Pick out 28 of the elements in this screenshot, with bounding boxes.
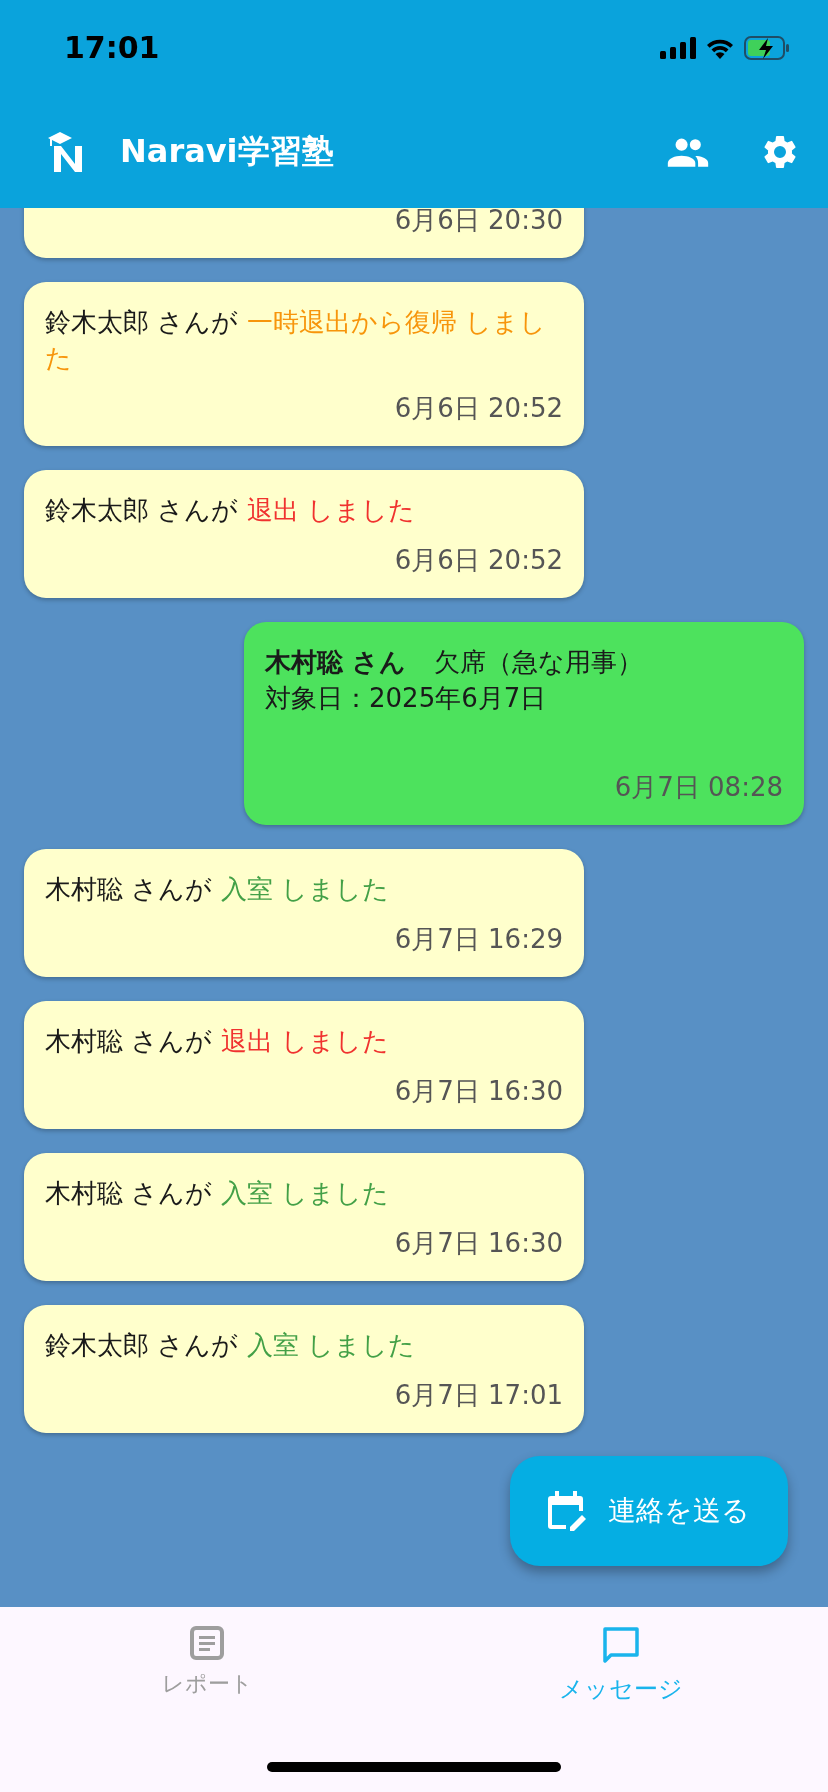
message-text: 木村聡 さんが 入室 しました <box>45 1177 390 1210</box>
message-time: 6月7日 16:30 <box>394 1075 563 1108</box>
battery-charging-icon <box>744 35 790 60</box>
document-icon <box>189 1625 225 1661</box>
message-time: 6月7日 16:30 <box>394 1227 563 1260</box>
app-title: Naravi学習塾 <box>120 130 334 172</box>
target-date: 対象日：2025年6月7日 <box>265 682 548 715</box>
message-time: 6月7日 08:28 <box>614 771 783 804</box>
people-icon[interactable] <box>666 136 710 167</box>
send-message-button[interactable]: 連絡を送る <box>510 1456 788 1566</box>
nav-tab[interactable]: レポート <box>0 1607 414 1717</box>
message-text: 鈴木太郎 さんが 退出 しました <box>45 494 416 527</box>
status-time: 17:01 <box>64 30 160 65</box>
nav-tab[interactable]: メッセージ <box>414 1607 828 1717</box>
student-name: 木村聡 さん <box>265 646 407 679</box>
message-time: 6月6日 20:52 <box>394 392 563 425</box>
calendar-edit-icon <box>548 1491 586 1531</box>
message-time: 6月6日 20:52 <box>394 544 563 577</box>
message-time: 6月6日 20:30 <box>394 208 563 237</box>
message-time: 6月7日 17:01 <box>394 1379 563 1412</box>
signal-icon <box>660 36 696 59</box>
message-text: 鈴木太郎 さんが 入室 しました <box>45 1329 416 1362</box>
message-time: 6月7日 16:29 <box>394 923 563 956</box>
chat-bubble-icon <box>601 1625 641 1665</box>
absence-reason: 欠席（急な用事） <box>434 646 644 679</box>
message-text: 鈴木太郎 さんが 一時退出から復帰 しました <box>45 306 547 375</box>
message-text: 木村聡 さんが 退出 しました <box>45 1025 390 1058</box>
message-text: 木村聡 さんが 入室 しました <box>45 873 390 906</box>
